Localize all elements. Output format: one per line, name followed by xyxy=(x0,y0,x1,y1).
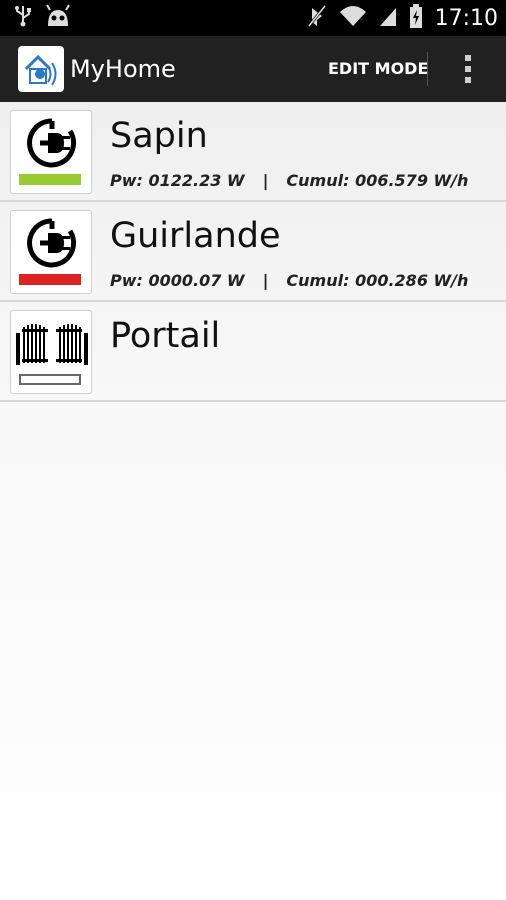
no-sync-icon xyxy=(307,4,327,33)
device-tile[interactable] xyxy=(10,310,92,394)
device-name: Portail xyxy=(110,316,221,356)
app-logo-icon[interactable] xyxy=(18,46,64,92)
wifi-icon xyxy=(339,4,367,33)
power-plug-icon xyxy=(22,217,82,269)
device-name: Sapin xyxy=(110,116,208,156)
device-metrics: Pw: 0122.23 W | Cumul: 006.579 W/h xyxy=(110,171,468,190)
action-bar-divider xyxy=(427,52,428,86)
status-indicator xyxy=(19,274,81,285)
signal-icon xyxy=(379,4,397,33)
gate-icon xyxy=(14,319,90,371)
edit-mode-button[interactable]: EDIT MODE xyxy=(328,36,428,102)
device-tile[interactable] xyxy=(10,210,92,294)
list-item-sapin[interactable]: Sapin Pw: 0122.23 W | Cumul: 006.579 W/h xyxy=(0,102,506,202)
clock: 17:10 xyxy=(434,5,498,31)
device-list: Sapin Pw: 0122.23 W | Cumul: 006.579 W/h… xyxy=(0,102,506,402)
list-item-guirlande[interactable]: Guirlande Pw: 0000.07 W | Cumul: 000.286… xyxy=(0,202,506,302)
more-vert-icon[interactable] xyxy=(452,36,484,102)
status-indicator xyxy=(19,374,81,385)
metrics-separator: | xyxy=(262,171,269,190)
app-title: MyHome xyxy=(70,55,176,83)
cumul-value: Cumul: 006.579 W/h xyxy=(286,171,469,190)
android-debug-icon xyxy=(44,3,72,33)
power-value: Pw: 0122.23 W xyxy=(110,171,245,190)
device-tile[interactable] xyxy=(10,110,92,194)
list-item-portail[interactable]: Portail xyxy=(0,302,506,402)
battery-charging-icon xyxy=(409,3,423,34)
usb-icon xyxy=(14,4,32,33)
power-plug-icon xyxy=(22,117,82,169)
power-value: Pw: 0000.07 W xyxy=(110,271,245,290)
cumul-value: Cumul: 000.286 W/h xyxy=(286,271,469,290)
status-bar: 17:10 xyxy=(0,0,506,36)
status-indicator xyxy=(19,174,81,185)
action-bar: MyHome EDIT MODE xyxy=(0,36,506,102)
device-name: Guirlande xyxy=(110,216,281,256)
device-metrics: Pw: 0000.07 W | Cumul: 000.286 W/h xyxy=(110,271,468,290)
metrics-separator: | xyxy=(262,271,269,290)
